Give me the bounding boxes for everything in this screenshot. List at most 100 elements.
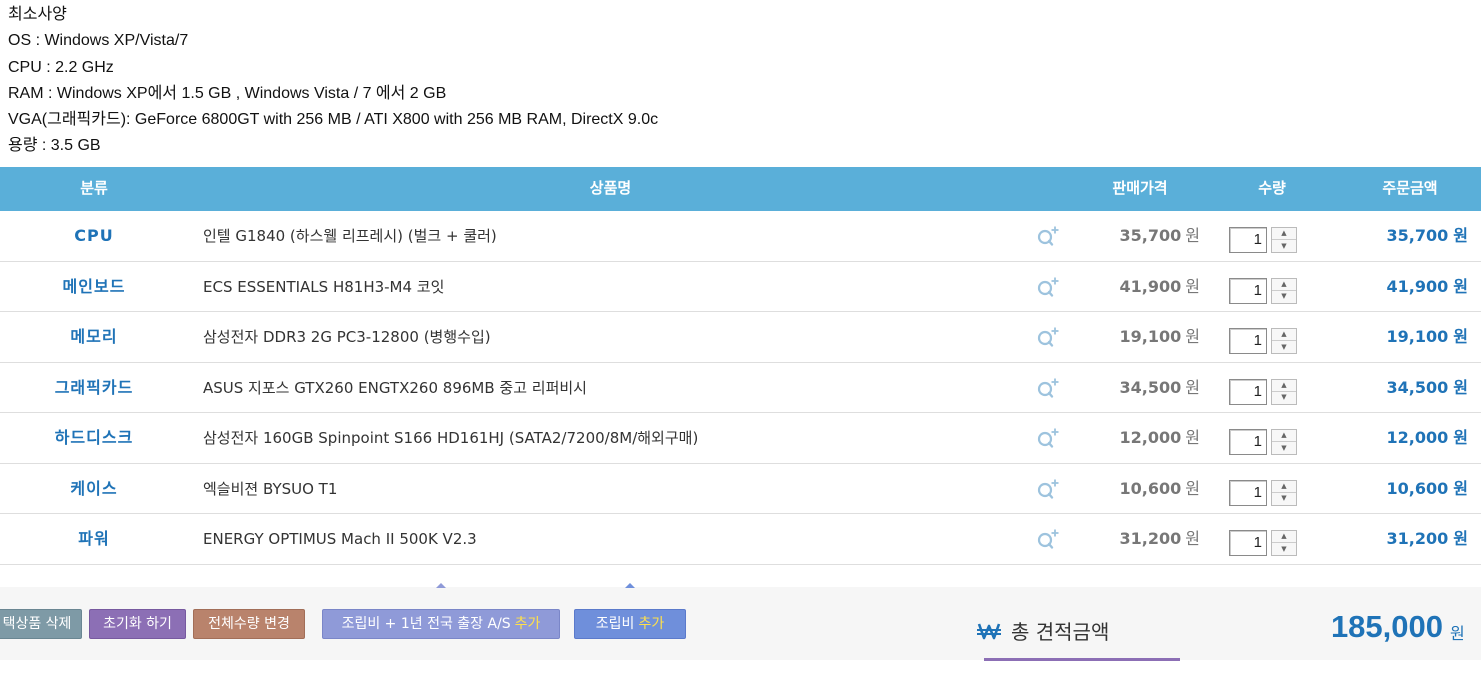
arrow-up-icon[interactable]: ▲ [1272, 380, 1296, 392]
zoom-plus-icon[interactable] [1036, 427, 1060, 449]
row-category[interactable]: 파워 [0, 514, 188, 564]
quantity-input[interactable]: 1 [1229, 429, 1267, 455]
arrow-down-icon[interactable]: ▼ [1272, 493, 1296, 505]
header-product: 상품명 [589, 179, 632, 197]
quantity-input[interactable]: 1 [1229, 328, 1267, 354]
row-price-value: 31,200 [1119, 529, 1182, 548]
arrow-up-icon[interactable]: ▲ [1272, 279, 1296, 291]
reset-button[interactable]: 초기화 하기 [89, 609, 186, 639]
row-order-amount: 19,100 원 [1300, 312, 1468, 362]
row-category[interactable]: 메인보드 [0, 262, 188, 312]
row-price: 10,600 원 [1080, 464, 1200, 514]
add-assembly-as-label: 조립비 + 1년 전국 출장 A/S [341, 616, 511, 632]
quantity-spinner[interactable]: ▲ ▼ [1271, 328, 1297, 354]
add-assembly-label: 조립비 [595, 616, 635, 632]
row-total-value: 41,900 [1386, 276, 1449, 296]
spec-storage: 용량 : 3.5 GB [8, 137, 101, 155]
quantity-spinner[interactable]: ▲ ▼ [1271, 479, 1297, 506]
row-price-unit: 원 [1185, 377, 1200, 397]
spec-ram: RAM : Windows XP에서 1.5 GB , Windows Vist… [8, 84, 447, 102]
arrow-down-icon[interactable]: ▼ [1272, 341, 1296, 353]
add-assembly-button[interactable]: 조립비 추가 [574, 609, 686, 639]
row-product-name[interactable]: ENERGY OPTIMUS Mach II 500K V2.3 [203, 514, 477, 564]
change-all-quantity-button[interactable]: 전체수량 변경 [193, 609, 305, 639]
row-category[interactable]: 그래픽카드 [0, 363, 188, 413]
total-underline [984, 658, 1180, 661]
arrow-up-icon[interactable]: ▲ [1272, 228, 1296, 240]
table-row: 하드디스크 삼성전자 160GB Spinpoint S166 HD161HJ … [0, 413, 1481, 464]
row-category[interactable]: 메모리 [0, 312, 188, 362]
total-estimate-label: 총 견적금액 [1011, 620, 1110, 644]
row-order-amount: 41,900 원 [1300, 262, 1468, 312]
row-product-name[interactable]: 삼성전자 160GB Spinpoint S166 HD161HJ (SATA2… [203, 413, 698, 463]
row-price-unit: 원 [1185, 529, 1200, 548]
row-product-name[interactable]: ECS ESSENTIALS H81H3-M4 코잇 [203, 262, 444, 312]
row-price-value: 34,500 [1119, 377, 1182, 397]
zoom-plus-icon[interactable] [1036, 276, 1060, 298]
row-category[interactable]: CPU [0, 211, 188, 261]
zoom-plus-icon[interactable] [1036, 478, 1060, 500]
row-order-amount: 12,000 원 [1300, 413, 1468, 463]
add-assembly-as-button[interactable]: 조립비 + 1년 전국 출장 A/S 추가 [322, 609, 560, 639]
quantity-spinner[interactable]: ▲ ▼ [1271, 429, 1297, 455]
quantity-spinner[interactable]: ▲ ▼ [1271, 277, 1297, 304]
won-currency-icon [977, 623, 1001, 640]
header-price: 판매가격 [1112, 179, 1168, 197]
zoom-plus-icon[interactable] [1036, 377, 1060, 399]
row-total-unit: 원 [1453, 428, 1468, 447]
arrow-up-icon[interactable]: ▲ [1272, 481, 1296, 493]
quantity-input[interactable]: 1 [1229, 378, 1267, 405]
zoom-plus-icon[interactable] [1036, 528, 1060, 550]
row-category[interactable]: 케이스 [0, 464, 188, 514]
quantity-spinner[interactable]: ▲ ▼ [1271, 227, 1297, 253]
row-product-name[interactable]: 인텔 G1840 (하스웰 리프레시) (벌크 + 쿨러) [203, 211, 497, 261]
arrow-down-icon[interactable]: ▼ [1272, 543, 1296, 555]
quantity-stepper[interactable]: 1 ▲ ▼ [1229, 429, 1297, 455]
row-price: 34,500 원 [1080, 363, 1200, 413]
quantity-stepper[interactable]: 1 ▲ ▼ [1229, 378, 1297, 405]
zoom-plus-icon[interactable] [1036, 326, 1060, 348]
header-category: 분류 [80, 179, 108, 197]
quantity-spinner[interactable]: ▲ ▼ [1271, 378, 1297, 405]
row-product-name[interactable]: 엑슬비젼 BYSUO T1 [203, 464, 337, 514]
zoom-plus-icon[interactable] [1036, 225, 1060, 247]
minimum-spec-section: 최소사양 OS : Windows XP/Vista/7 CPU : 2.2 G… [8, 2, 658, 160]
add-assembly-highlight: 추가 [638, 616, 665, 632]
arrow-down-icon[interactable]: ▼ [1272, 240, 1296, 252]
row-price-value: 10,600 [1119, 478, 1182, 498]
arrow-up-icon[interactable]: ▲ [1272, 329, 1296, 341]
quantity-input[interactable]: 1 [1229, 227, 1267, 253]
quantity-input[interactable]: 1 [1229, 277, 1267, 304]
row-price: 12,000 원 [1080, 413, 1200, 463]
quantity-stepper[interactable]: 1 ▲ ▼ [1229, 530, 1297, 556]
button-tab-marker [436, 583, 446, 588]
row-price-unit: 원 [1185, 428, 1200, 447]
quantity-stepper[interactable]: 1 ▲ ▼ [1229, 479, 1297, 506]
quantity-stepper[interactable]: 1 ▲ ▼ [1229, 328, 1297, 354]
quantity-spinner[interactable]: ▲ ▼ [1271, 530, 1297, 556]
quantity-input[interactable]: 1 [1229, 530, 1267, 556]
quantity-stepper[interactable]: 1 ▲ ▼ [1229, 227, 1297, 253]
quantity-stepper[interactable]: 1 ▲ ▼ [1229, 277, 1297, 304]
delete-selected-button[interactable]: 택상품 삭제 [0, 609, 82, 639]
row-product-name[interactable]: 삼성전자 DDR3 2G PC3-12800 (병행수입) [203, 312, 491, 362]
arrow-up-icon[interactable]: ▲ [1272, 430, 1296, 442]
row-price-unit: 원 [1185, 478, 1200, 498]
row-price-value: 41,900 [1119, 276, 1182, 296]
quantity-input[interactable]: 1 [1229, 479, 1267, 506]
row-price: 35,700 원 [1080, 211, 1200, 261]
row-category[interactable]: 하드디스크 [0, 413, 188, 463]
row-price-value: 12,000 [1119, 428, 1182, 447]
table-row: 파워 ENERGY OPTIMUS Mach II 500K V2.3 31,2… [0, 514, 1481, 565]
row-total-value: 19,100 [1386, 327, 1449, 346]
row-price-unit: 원 [1185, 276, 1200, 296]
arrow-down-icon[interactable]: ▼ [1272, 442, 1296, 454]
row-product-name[interactable]: ASUS 지포스 GTX260 ENGTX260 896MB 중고 리퍼비시 [203, 363, 587, 413]
arrow-down-icon[interactable]: ▼ [1272, 291, 1296, 303]
arrow-down-icon[interactable]: ▼ [1272, 392, 1296, 404]
arrow-up-icon[interactable]: ▲ [1272, 531, 1296, 543]
table-row: 케이스 엑슬비젼 BYSUO T1 10,600 원 1 ▲ ▼ 10,600 원 [0, 464, 1481, 514]
header-quantity: 수량 [1258, 179, 1286, 197]
row-price-value: 35,700 [1119, 226, 1182, 245]
table-row: CPU 인텔 G1840 (하스웰 리프레시) (벌크 + 쿨러) 35,700… [0, 211, 1481, 262]
